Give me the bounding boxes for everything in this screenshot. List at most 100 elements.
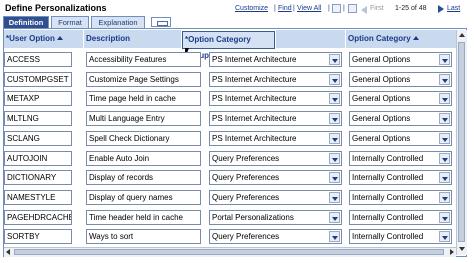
option-category-group-select[interactable]: PS Internet Architecture xyxy=(209,91,342,107)
table-row: AUTOJOIN Enable Auto Join Query Preference… xyxy=(0,149,474,169)
option-category-group-select[interactable]: PS Internet Architecture xyxy=(209,130,342,146)
column-header-option-category-group[interactable]: *Option Category Group xyxy=(182,31,275,60)
horizontal-scrollbar[interactable] xyxy=(4,247,456,257)
description-field[interactable]: Ways to sort xyxy=(86,229,201,245)
option-category-group-select[interactable]: PS Internet Architecture xyxy=(209,52,342,67)
chevron-down-icon[interactable] xyxy=(439,73,450,85)
option-category-select[interactable]: General Options xyxy=(349,111,452,127)
page-title: Define Personalizations xyxy=(5,3,107,13)
description-field[interactable]: Spell Check Dictionary xyxy=(86,130,201,146)
sort-ascending-icon xyxy=(56,36,63,40)
table-row: DICTIONARY Display of records Query Prefer… xyxy=(0,168,474,188)
select-value: PS Internet Architecture xyxy=(212,94,297,104)
tab-explanation[interactable]: Explanation xyxy=(91,16,145,28)
chevron-down-icon[interactable] xyxy=(329,191,340,203)
description-field[interactable]: Multi Language Entry xyxy=(86,111,201,127)
option-category-group-select[interactable]: PS Internet Architecture xyxy=(209,111,342,127)
option-category-select[interactable]: General Options xyxy=(349,91,452,107)
chevron-down-icon[interactable] xyxy=(329,231,340,243)
user-option-field[interactable]: MLTLNG xyxy=(4,111,72,127)
user-option-field[interactable]: METAXP xyxy=(4,91,72,107)
option-category-select[interactable]: Internally Controlled xyxy=(349,189,452,205)
option-category-select[interactable]: Internally Controlled xyxy=(349,209,452,225)
column-header-user-option[interactable]: *User Option xyxy=(4,30,83,48)
scrollbar-thumb[interactable] xyxy=(458,42,465,242)
user-option-field[interactable]: ACCESS xyxy=(4,52,72,67)
option-category-group-select[interactable]: Query Preferences xyxy=(209,189,342,205)
option-category-group-select[interactable]: Query Preferences xyxy=(209,170,342,186)
chevron-down-icon[interactable] xyxy=(439,231,450,243)
select-value: Query Preferences xyxy=(212,173,280,183)
description-field[interactable]: Customize Page Settings xyxy=(86,71,201,87)
option-category-select[interactable]: General Options xyxy=(349,52,452,67)
chevron-down-icon[interactable] xyxy=(329,113,340,125)
option-category-select[interactable]: General Options xyxy=(349,71,452,87)
scroll-up-icon[interactable] xyxy=(458,31,466,39)
chevron-down-icon[interactable] xyxy=(329,73,340,85)
tab-format[interactable]: Format xyxy=(51,16,89,28)
option-category-group-select[interactable]: PS Internet Architecture xyxy=(209,71,342,87)
scrollbar-thumb[interactable] xyxy=(14,249,444,255)
customize-link[interactable]: Customize xyxy=(235,5,268,12)
chevron-down-icon[interactable] xyxy=(439,132,450,144)
show-all-columns-icon[interactable] xyxy=(151,17,171,27)
table-row: NAMESTYLE Display of query names Query Pre… xyxy=(0,188,474,208)
select-value: General Options xyxy=(352,74,411,84)
view-all-link[interactable]: View All xyxy=(297,5,321,12)
description-field[interactable]: Time page held in cache xyxy=(86,91,201,107)
description-field[interactable]: Accessibility Features xyxy=(86,52,201,67)
vertical-scrollbar[interactable] xyxy=(456,30,467,255)
download-grid-icon[interactable] xyxy=(332,4,341,13)
chevron-down-icon[interactable] xyxy=(329,211,340,223)
select-value: Internally Controlled xyxy=(352,232,424,242)
column-header-description[interactable]: Description xyxy=(84,30,181,48)
chevron-down-icon[interactable] xyxy=(439,54,450,65)
user-option-field[interactable]: CUSTOMPGSET xyxy=(4,71,72,87)
next-icon[interactable] xyxy=(438,5,444,13)
description-field[interactable]: Display of records xyxy=(86,170,201,186)
grid-tabs: Definition Format Explanation xyxy=(3,16,467,28)
user-option-field[interactable]: NAMESTYLE xyxy=(4,189,72,205)
user-option-field[interactable]: PAGEHDRCACHE xyxy=(4,209,72,225)
description-field[interactable]: Time header held in cache xyxy=(86,209,201,225)
option-category-select[interactable]: Internally Controlled xyxy=(349,170,452,186)
find-link[interactable]: Find xyxy=(278,5,292,12)
option-category-group-select[interactable]: Portal Personalizations xyxy=(209,209,342,225)
user-option-field[interactable]: AUTOJOIN xyxy=(4,150,72,166)
chevron-down-icon[interactable] xyxy=(329,152,340,164)
column-header-option-category[interactable]: Option Category xyxy=(346,30,456,48)
chevron-down-icon[interactable] xyxy=(329,54,340,65)
chevron-down-icon[interactable] xyxy=(439,93,450,105)
select-value: Internally Controlled xyxy=(352,153,424,163)
chevron-down-icon[interactable] xyxy=(439,152,450,164)
scroll-down-icon[interactable] xyxy=(458,245,466,253)
table-row: SORTBY Ways to sort Query Preferences Inter… xyxy=(0,227,474,247)
chevron-down-icon[interactable] xyxy=(439,191,450,203)
table-row: SCLANG Spell Check Dictionary PS Internet … xyxy=(0,129,474,149)
zoom-grid-icon[interactable] xyxy=(348,4,357,13)
last-link[interactable]: Last xyxy=(447,5,460,12)
chevron-down-icon[interactable] xyxy=(329,172,340,184)
sort-ascending-icon xyxy=(412,36,419,40)
option-category-select[interactable]: General Options xyxy=(349,130,452,146)
column-header-label: *User Option xyxy=(6,34,55,43)
chevron-down-icon[interactable] xyxy=(329,132,340,144)
user-option-field[interactable]: SORTBY xyxy=(4,229,72,245)
separator: | xyxy=(343,5,345,12)
first-link: First xyxy=(361,5,384,14)
user-option-field[interactable]: DICTIONARY xyxy=(4,170,72,186)
option-category-select[interactable]: Internally Controlled xyxy=(349,229,452,245)
tab-definition[interactable]: Definition xyxy=(3,16,49,28)
description-field[interactable]: Enable Auto Join xyxy=(86,150,201,166)
description-field[interactable]: Display of query names xyxy=(86,189,201,205)
option-category-group-select[interactable]: Query Preferences xyxy=(209,150,342,166)
chevron-down-icon[interactable] xyxy=(439,211,450,223)
chevron-down-icon[interactable] xyxy=(439,113,450,125)
separator: | xyxy=(274,5,276,12)
chevron-down-icon[interactable] xyxy=(329,93,340,105)
chevron-down-icon[interactable] xyxy=(439,172,450,184)
select-value: General Options xyxy=(352,55,411,64)
option-category-select[interactable]: Internally Controlled xyxy=(349,150,452,166)
user-option-field[interactable]: SCLANG xyxy=(4,130,72,146)
option-category-group-select[interactable]: Query Preferences xyxy=(209,229,342,245)
